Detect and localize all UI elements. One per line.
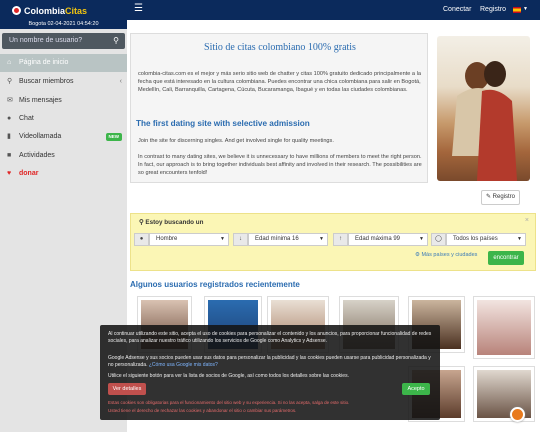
logo-text-citas: Citas — [65, 5, 88, 16]
user-icon: ● — [134, 233, 149, 246]
envelope-icon: ✉ — [7, 97, 13, 104]
max-age-select[interactable]: Edad máxima 99 ▼ — [348, 233, 428, 246]
sidebar-item-actividades[interactable]: ■ Actividades — [0, 147, 127, 165]
sidebar-item-mensajes[interactable]: ✉ Mis mensajes — [0, 92, 127, 110]
cookie-text-1: Al continuar utilizando este sitio, acep… — [108, 331, 432, 344]
registro-link[interactable]: Registro — [480, 6, 506, 13]
sidebar-item-donar[interactable]: ♥ donar — [0, 165, 127, 183]
sidebar-item-chat[interactable]: ● Chat — [0, 110, 127, 128]
cookie-warning-2: Usted tiene el derecho de rechazar las c… — [108, 408, 297, 413]
top-navbar: Colombia Citas ☰ Conectar Registro ▼ — [0, 0, 540, 20]
user-card[interactable] — [473, 366, 535, 422]
search-placeholder: Un nombre de usuario? — [9, 37, 83, 44]
username-search-input[interactable]: Un nombre de usuario? ⚲ — [2, 33, 125, 49]
country-select[interactable]: Todos los países ▼ — [446, 233, 526, 246]
gender-select[interactable]: Hombre ▼ — [149, 233, 229, 246]
cookie-consent-dialog: Al continuar utilizando este sitio, acep… — [100, 325, 440, 420]
arrow-down-icon: ↓ — [233, 233, 248, 246]
logo-text-colombia: Colombia — [24, 5, 66, 16]
thumbs-up-icon: ♥ — [7, 170, 12, 177]
couple-photo — [437, 36, 530, 181]
search-icon: ⚲ — [7, 78, 13, 85]
intro-box: Sitio de citas colombiano 100% gratis co… — [130, 33, 428, 183]
max-age-value: Edad máxima 99 — [355, 236, 401, 242]
hamburger-icon[interactable]: ☰ — [134, 3, 143, 14]
sidebar-item-label: Videollamada — [19, 133, 62, 140]
chevron-down-icon: ▼ — [419, 236, 424, 242]
sidebar-item-home[interactable]: ⌂ Página de inicio — [0, 54, 127, 72]
search-panel-title-text: Estoy buscando un — [145, 219, 204, 226]
arrow-up-icon: ↑ — [333, 233, 348, 246]
search-panel: ⚲ Estoy buscando un × ● Hombre ▼ ↓ Edad m… — [130, 213, 536, 271]
video-icon: ▮ — [7, 133, 11, 140]
server-datetime: Bogota 02-04-2021 04:54:20 — [0, 20, 127, 29]
sidebar-item-label: Mis mensajes — [19, 97, 62, 104]
recent-users-title: Algunos usuarios registrados recientemen… — [130, 280, 300, 289]
conectar-link[interactable]: Conectar — [443, 6, 471, 13]
home-icon: ⌂ — [7, 59, 12, 66]
chevron-down-icon[interactable]: ▼ — [523, 6, 528, 12]
sidebar-item-label: Página de inicio — [19, 59, 69, 66]
search-panel-title: ⚲ Estoy buscando un — [139, 219, 204, 226]
chat-icon: ● — [7, 115, 12, 122]
more-countries-link[interactable]: ⚙ Más países y ciudades — [415, 252, 477, 258]
cookie-warning-1: Estas cookies son obligatorias para el f… — [108, 400, 350, 405]
globe-icon: ◯ — [431, 233, 446, 246]
chevron-down-icon: ▼ — [220, 236, 225, 242]
more-countries-label: Más países y ciudades — [421, 252, 478, 258]
section-subtitle: The first dating site with selective adm… — [136, 119, 310, 128]
chevron-down-icon: ▼ — [517, 236, 522, 242]
sidebar-item-label: Chat — [19, 115, 34, 122]
approach-paragraph: In contrast to many dating sites, we bel… — [138, 154, 422, 176]
user-photo — [477, 300, 531, 355]
encontrar-button[interactable]: encontrar — [488, 251, 524, 265]
new-badge: NEW — [105, 133, 122, 141]
sidebar-item-videollamada[interactable]: ▮ Videollamada NEW — [0, 128, 127, 146]
registro-button-label: Registro — [492, 194, 516, 200]
google-data-link[interactable]: ¿Cómo usa Google mis datos? — [149, 362, 218, 368]
logo-mark-icon — [12, 6, 21, 15]
sidebar-item-label: Buscar miembros — [19, 78, 74, 85]
ver-detalles-button[interactable]: Ver detalles — [108, 383, 146, 395]
min-age-select[interactable]: Edad mínima 16 ▼ — [248, 233, 328, 246]
cookie-text-3: Utilice el siguiente botón para ver la l… — [108, 373, 349, 379]
intro-paragraph: colombia-citas.com es el mejor y más ser… — [138, 71, 421, 93]
sidebar-item-label: donar — [19, 170, 39, 177]
min-age-value: Edad mínima 16 — [255, 236, 299, 242]
gender-value: Hombre — [156, 236, 178, 242]
chevron-left-icon: ‹ — [119, 78, 122, 85]
cookie-text-2: Google Adsense y sus socios pueden usar … — [108, 355, 434, 369]
acepto-button[interactable]: Acepto — [402, 383, 430, 395]
close-icon[interactable]: × — [525, 217, 529, 224]
spain-flag-icon[interactable] — [513, 7, 521, 13]
country-value: Todos los países — [453, 236, 498, 242]
sidebar-item-buscar[interactable]: ⚲ Buscar miembros ‹ — [0, 73, 127, 91]
page-title: Sitio de citas colombiano 100% gratis — [204, 42, 356, 53]
search-icon[interactable]: ⚲ — [113, 33, 119, 49]
chevron-down-icon: ▼ — [319, 236, 324, 242]
site-logo[interactable]: Colombia Citas — [12, 4, 87, 17]
folder-icon: ■ — [7, 152, 12, 159]
sidebar-item-label: Actividades — [19, 152, 55, 159]
chat-widget-icon[interactable] — [510, 407, 525, 422]
registro-button[interactable]: ✎ Registro — [481, 190, 520, 205]
user-card[interactable] — [473, 296, 535, 359]
join-paragraph: Join the site for discerning singles. An… — [138, 138, 334, 144]
